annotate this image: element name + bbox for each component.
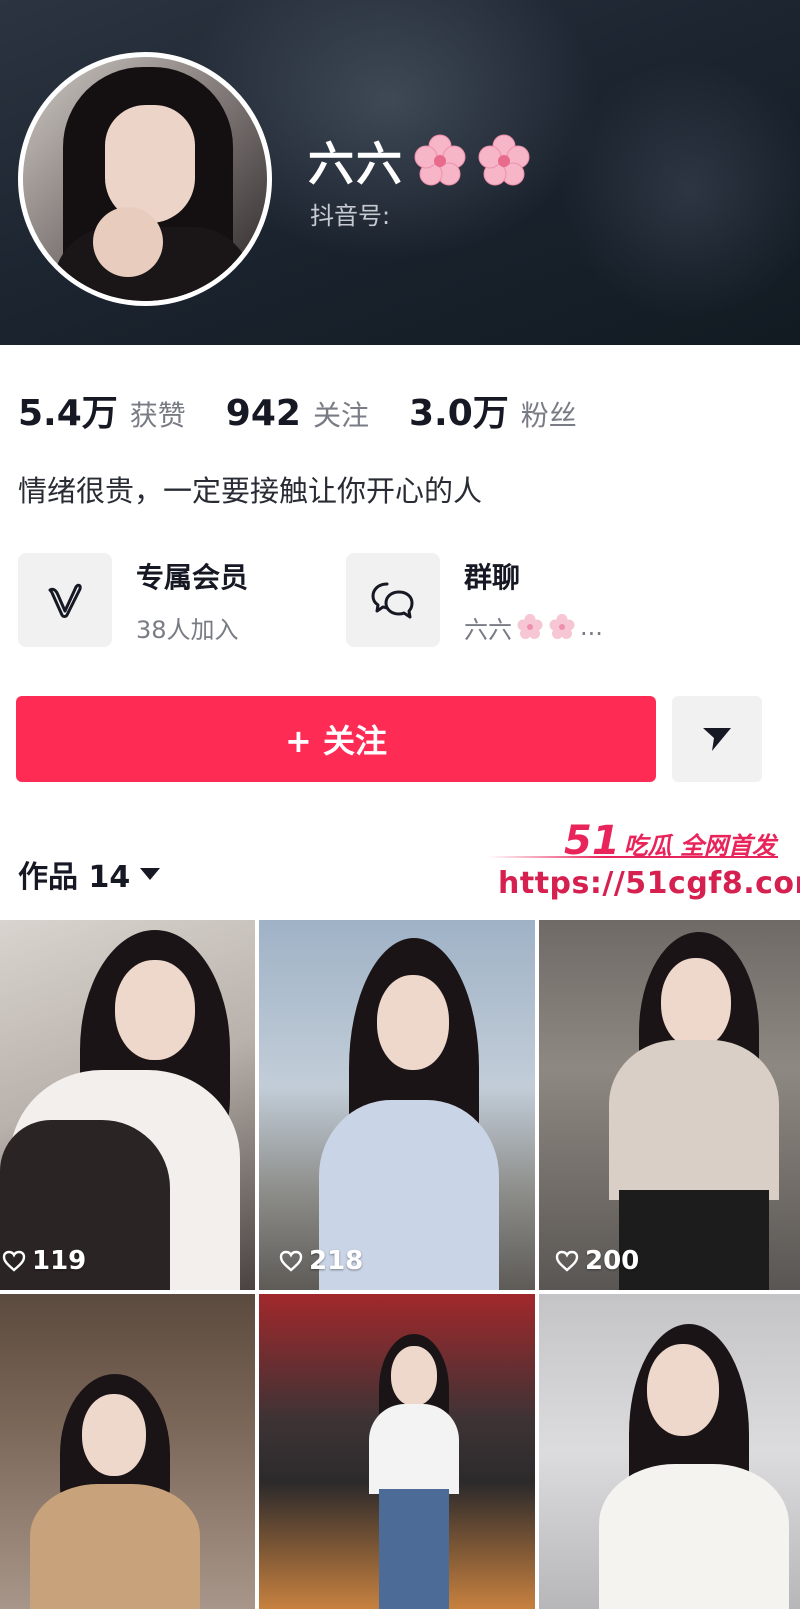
stat-followers[interactable]: 3.0万 粉丝 bbox=[409, 384, 577, 436]
video-likes: 200 bbox=[555, 1246, 639, 1276]
tab-works[interactable]: 作品 14 bbox=[18, 852, 161, 896]
cherry-blossom-icon bbox=[414, 134, 466, 186]
stat-following-count: 942 bbox=[225, 393, 301, 434]
douyin-id[interactable]: 抖音号: bbox=[310, 196, 390, 231]
heart-outline-icon bbox=[279, 1250, 303, 1272]
watermark-divider bbox=[488, 856, 778, 858]
group-chat-name: 六六 bbox=[464, 615, 512, 644]
chat-bubbles-icon bbox=[346, 553, 440, 647]
v-logo-icon bbox=[18, 553, 112, 647]
member-subtitle: 38人加入 bbox=[136, 615, 239, 644]
video-tile[interactable]: 119 bbox=[0, 920, 255, 1290]
stat-following[interactable]: 942 关注 bbox=[226, 393, 369, 434]
header-background-accent bbox=[560, 60, 800, 320]
video-tile[interactable] bbox=[539, 1294, 800, 1609]
nickname-text: 六六 bbox=[308, 137, 404, 191]
more-button[interactable] bbox=[672, 696, 762, 782]
video-tile[interactable] bbox=[259, 1294, 535, 1609]
avatar[interactable] bbox=[18, 52, 272, 306]
watermark: 51 吃瓜 全网首发 https://51cgf8.com bbox=[488, 818, 800, 910]
heart-outline-icon bbox=[2, 1250, 26, 1272]
video-likes-count: 218 bbox=[309, 1246, 364, 1276]
bio-text: 情绪很贵，一定要接触让你开心的人 bbox=[18, 474, 483, 508]
caret-down-icon bbox=[140, 868, 161, 880]
group-chat-title: 群聊 bbox=[464, 560, 521, 594]
member-card[interactable]: 专属会员 38人加入 bbox=[18, 550, 248, 650]
cherry-blossom-icon bbox=[549, 614, 575, 639]
video-likes-count: 200 bbox=[585, 1246, 640, 1276]
stat-likes-label: 获赞 bbox=[129, 399, 186, 432]
nickname: 六六 bbox=[308, 128, 532, 194]
heart-outline-icon bbox=[555, 1250, 579, 1272]
stat-likes[interactable]: 5.4万 获赞 bbox=[18, 384, 186, 436]
cherry-blossom-icon bbox=[517, 614, 543, 639]
video-likes: 218 bbox=[279, 1246, 363, 1276]
member-title: 专属会员 bbox=[136, 560, 249, 594]
video-tile[interactable] bbox=[0, 1294, 255, 1609]
tab-works-label: 作品 14 bbox=[18, 860, 131, 895]
group-chat-subtitle: 六六 ... bbox=[464, 610, 603, 645]
profile-header: 六六 抖音号: bbox=[0, 0, 800, 345]
stat-followers-count: 3.0万 bbox=[408, 393, 509, 434]
group-chat-ellipsis: ... bbox=[580, 613, 603, 641]
stat-following-label: 关注 bbox=[312, 399, 369, 432]
video-tile[interactable]: 218 bbox=[259, 920, 535, 1290]
cherry-blossom-icon bbox=[478, 134, 530, 186]
stat-followers-label: 粉丝 bbox=[520, 399, 577, 432]
video-likes-count: 119 bbox=[32, 1246, 87, 1276]
triangle-share-icon bbox=[703, 728, 731, 751]
follow-button[interactable]: + 关注 bbox=[16, 696, 656, 782]
profile-stats: 5.4万 获赞 942 关注 3.0万 粉丝 bbox=[18, 384, 617, 436]
watermark-url: https://51cgf8.com bbox=[498, 866, 800, 901]
video-likes: 119 bbox=[2, 1246, 86, 1276]
stat-likes-count: 5.4万 bbox=[18, 393, 118, 434]
video-tile[interactable]: 200 bbox=[539, 920, 800, 1290]
group-chat-card[interactable]: 群聊 六六 ... bbox=[346, 550, 603, 650]
